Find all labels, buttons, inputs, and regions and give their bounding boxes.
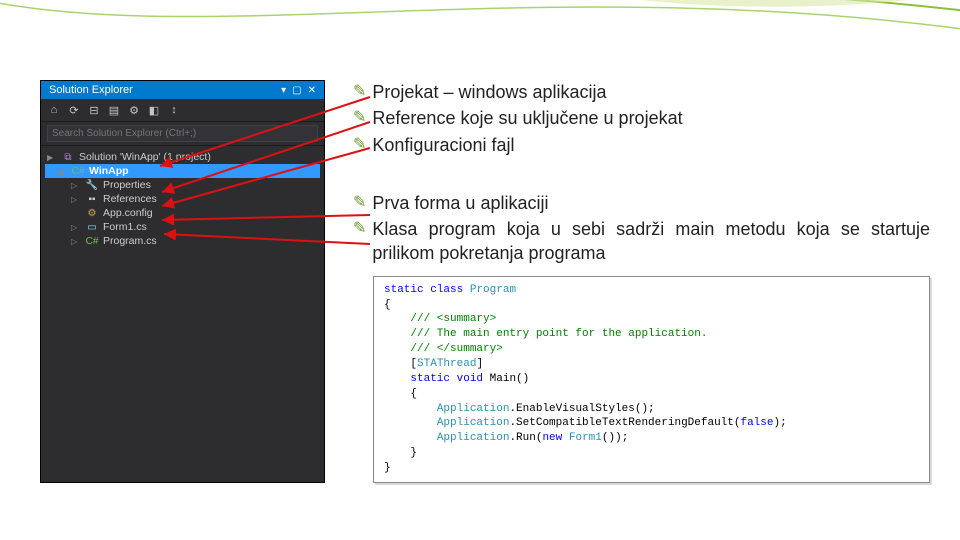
- bullet-text: Klasa program koja u sebi sadrži main me…: [372, 217, 930, 266]
- chevron-down-icon: ▶: [47, 153, 57, 162]
- chevron-right-icon: ▷: [71, 237, 81, 246]
- tree-solution[interactable]: ▶ ⧉ Solution 'WinApp' (1 project): [45, 150, 320, 164]
- chevron-right-icon: ▷: [71, 223, 81, 232]
- dropdown-icon[interactable]: ▾: [281, 85, 286, 96]
- bullet-icon: ✎: [353, 106, 366, 130]
- tree-properties[interactable]: ▷ 🔧 Properties: [45, 178, 320, 192]
- solution-icon: ⧉: [61, 152, 75, 163]
- bullet-text: Prva forma u aplikaciji: [372, 191, 548, 215]
- bullet-icon: ✎: [353, 217, 366, 241]
- form-icon: ▭: [85, 222, 99, 233]
- chevron-down-icon: ◢: [57, 167, 67, 176]
- bullet-icon: ✎: [353, 80, 366, 104]
- config-icon: ⚙: [85, 208, 99, 219]
- tree-form1[interactable]: ▷ ▭ Form1.cs: [45, 220, 320, 234]
- panel-title: Solution Explorer: [49, 84, 133, 96]
- form1-label: Form1.cs: [103, 221, 147, 233]
- project-label: WinApp: [89, 165, 129, 177]
- tree-program[interactable]: ▷ C# Program.cs: [45, 234, 320, 248]
- solution-label: Solution 'WinApp' (1 project): [79, 151, 211, 163]
- chevron-right-icon: ▷: [71, 195, 81, 204]
- references-label: References: [103, 193, 157, 205]
- bullet-item: ✎Projekat – windows aplikacija: [353, 80, 930, 104]
- bullet-item: ✎Reference koje su uključene u projekat: [353, 106, 930, 130]
- panel-header: Solution Explorer ▾ ▢ ✕: [41, 81, 324, 99]
- tree-appconfig[interactable]: ⚙ App.config: [45, 206, 320, 220]
- wrench-icon: 🔧: [85, 180, 99, 191]
- bullet-item: ✎Prva forma u aplikaciji: [353, 191, 930, 215]
- program-label: Program.cs: [103, 235, 157, 247]
- bullet-icon: ✎: [353, 133, 366, 157]
- sync-icon[interactable]: ↕: [167, 103, 181, 117]
- refresh-icon[interactable]: ⟳: [67, 103, 81, 117]
- references-icon: ▪▪: [85, 194, 99, 205]
- appconfig-label: App.config: [103, 207, 153, 219]
- properties-label: Properties: [103, 179, 151, 191]
- bullet-list: ✎Projekat – windows aplikacija ✎Referenc…: [353, 80, 930, 483]
- view-icon[interactable]: ◧: [147, 103, 161, 117]
- solution-tree: ▶ ⧉ Solution 'WinApp' (1 project) ◢ C# W…: [41, 146, 324, 256]
- properties-icon[interactable]: ⚙: [127, 103, 141, 117]
- solution-explorer-panel: Solution Explorer ▾ ▢ ✕ ⌂ ⟳ ⊟ ▤ ⚙ ◧ ↕ ▶ …: [40, 80, 325, 483]
- pin-icon[interactable]: ▢: [292, 85, 301, 96]
- panel-search: [41, 122, 324, 146]
- panel-toolbar: ⌂ ⟳ ⊟ ▤ ⚙ ◧ ↕: [41, 99, 324, 122]
- csharp-file-icon: C#: [85, 236, 99, 247]
- tree-references[interactable]: ▷ ▪▪ References: [45, 192, 320, 206]
- bullet-text: Konfiguracioni fajl: [372, 133, 514, 157]
- close-icon[interactable]: ✕: [308, 85, 316, 96]
- tree-project[interactable]: ◢ C# WinApp: [45, 164, 320, 178]
- bullet-item: ✎Klasa program koja u sebi sadrži main m…: [353, 217, 930, 266]
- search-input[interactable]: [47, 125, 318, 142]
- csharp-project-icon: C#: [71, 166, 85, 177]
- collapse-icon[interactable]: ⊟: [87, 103, 101, 117]
- bullet-icon: ✎: [353, 191, 366, 215]
- show-all-icon[interactable]: ▤: [107, 103, 121, 117]
- code-block: static class Program { /// <summary> ///…: [373, 276, 930, 483]
- chevron-right-icon: ▷: [71, 181, 81, 190]
- home-icon[interactable]: ⌂: [47, 103, 61, 117]
- bullet-text: Projekat – windows aplikacija: [372, 80, 606, 104]
- bullet-item: ✎Konfiguracioni fajl: [353, 133, 930, 157]
- bullet-text: Reference koje su uključene u projekat: [372, 106, 682, 130]
